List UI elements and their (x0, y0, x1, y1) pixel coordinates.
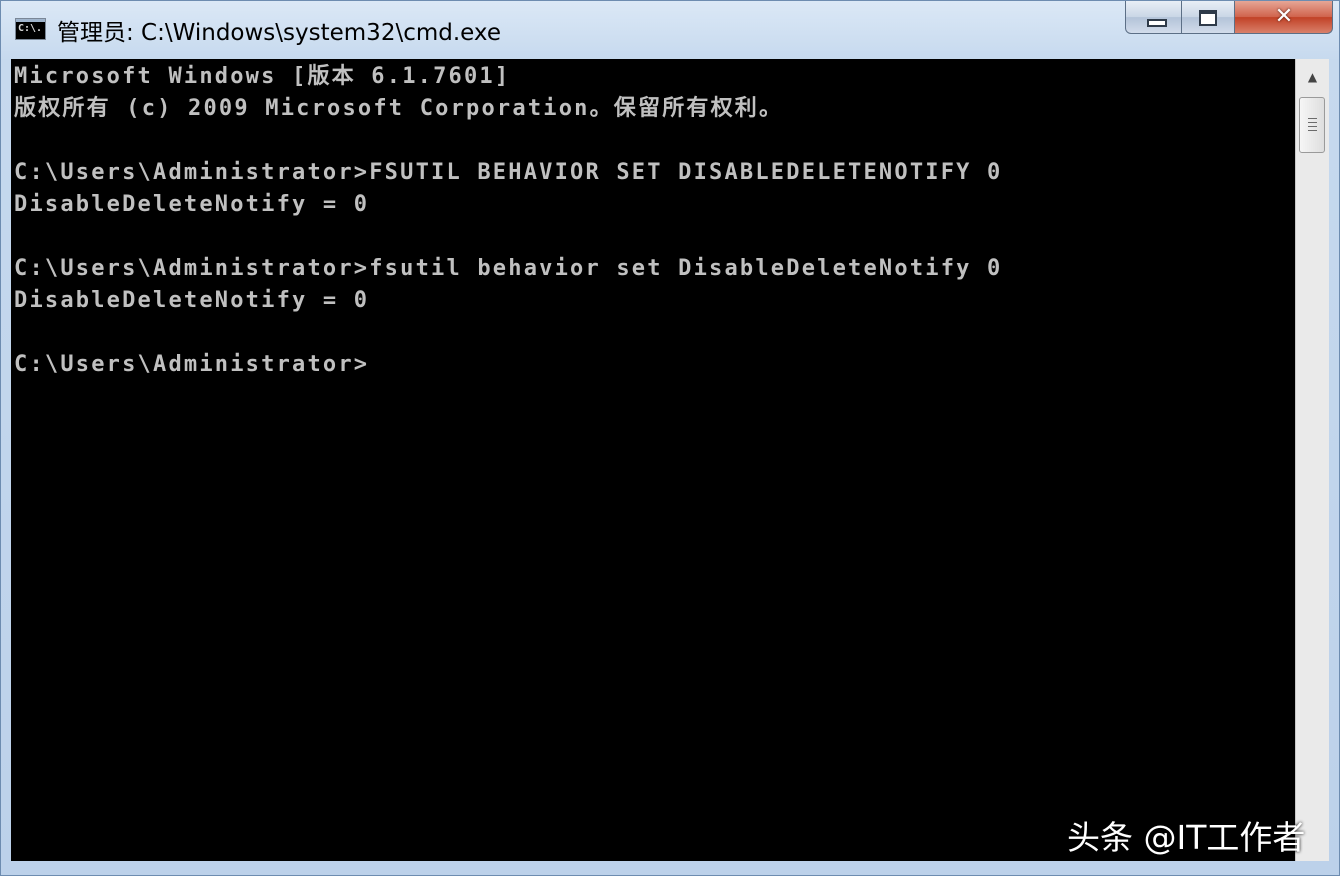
minimize-button[interactable] (1125, 1, 1182, 34)
console-line: DisableDeleteNotify = 0 (14, 192, 370, 217)
console-line: 版权所有 (c) 2009 Microsoft Corporation。保留所有… (14, 96, 784, 121)
close-button[interactable]: ✕ (1235, 1, 1333, 34)
maximize-button[interactable] (1182, 1, 1235, 34)
scroll-up-arrow-icon[interactable]: ▲ (1296, 59, 1329, 95)
console-line: C:\Users\Administrator>fsutil behavior s… (14, 256, 1003, 281)
minimize-icon (1147, 19, 1167, 27)
grip-line (1308, 126, 1317, 127)
command-prompt[interactable]: C:\Users\Administrator> (14, 349, 369, 381)
cmd-window: C:\. 管理员: C:\Windows\system32\cmd.exe ✕ … (0, 0, 1340, 876)
caption-buttons: ✕ (1125, 1, 1333, 35)
grip-line (1308, 130, 1317, 131)
maximize-icon (1199, 10, 1217, 26)
window-title: 管理员: C:\Windows\system32\cmd.exe (57, 20, 501, 46)
grip-line (1308, 122, 1317, 123)
grip-line (1308, 118, 1317, 119)
vertical-scrollbar[interactable]: ▲ (1295, 59, 1329, 861)
cmd-icon[interactable]: C:\. (15, 18, 46, 40)
console-line: Microsoft Windows [版本 6.1.7601] (14, 64, 511, 89)
watermark: 头条 @IT工作者 (1067, 818, 1306, 857)
title-bar[interactable]: C:\. 管理员: C:\Windows\system32\cmd.exe ✕ (1, 1, 1339, 59)
console-line: DisableDeleteNotify = 0 (14, 288, 370, 313)
close-icon: ✕ (1274, 4, 1294, 29)
console-line: C:\Users\Administrator>FSUTIL BEHAVIOR S… (14, 160, 1003, 185)
console-output[interactable]: Microsoft Windows [版本 6.1.7601] 版权所有 (c)… (11, 59, 1295, 861)
scroll-thumb[interactable] (1299, 97, 1325, 153)
